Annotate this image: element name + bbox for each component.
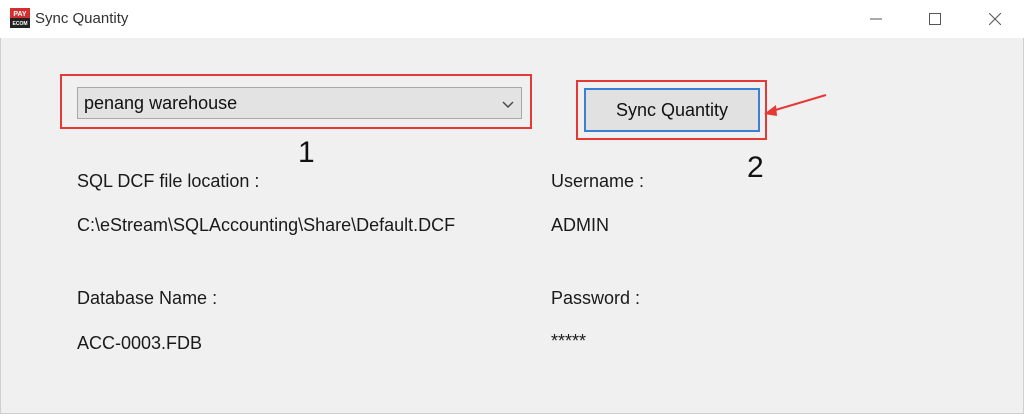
window-title: Sync Quantity xyxy=(35,10,129,27)
database-name-value: ACC-0003.FDB xyxy=(77,333,203,353)
minimize-icon xyxy=(870,18,882,20)
title-bar[interactable]: PAY ECOM Sync Quantity xyxy=(0,0,1024,38)
username-label: Username : xyxy=(551,171,645,191)
close-icon xyxy=(989,13,1001,25)
dropdown-selected-value: penang warehouse xyxy=(84,93,238,113)
maximize-button[interactable] xyxy=(912,0,958,38)
annotation-step-2: 2 xyxy=(747,151,764,184)
close-button[interactable] xyxy=(972,0,1018,38)
app-logo-icon: PAY ECOM xyxy=(10,8,30,28)
svg-text:ECOM: ECOM xyxy=(13,21,28,27)
password-label: Password : xyxy=(551,288,641,308)
password-value: ***** xyxy=(551,331,587,351)
username-value: ADMIN xyxy=(551,215,609,235)
svg-text:PAY: PAY xyxy=(13,11,27,18)
maximize-icon xyxy=(929,13,941,25)
sync-quantity-button[interactable]: Sync Quantity xyxy=(584,88,760,132)
sql-dcf-value: C:\eStream\SQLAccounting\Share\Default.D… xyxy=(77,215,456,235)
sql-dcf-label: SQL DCF file location : xyxy=(77,171,260,191)
red-arrow-icon xyxy=(764,94,827,116)
database-name-label: Database Name : xyxy=(77,288,218,308)
minimize-button[interactable] xyxy=(853,0,899,38)
warehouse-dropdown[interactable]: penang warehouse xyxy=(77,87,522,119)
chevron-down-icon xyxy=(502,101,514,108)
annotation-step-1: 1 xyxy=(298,136,315,169)
